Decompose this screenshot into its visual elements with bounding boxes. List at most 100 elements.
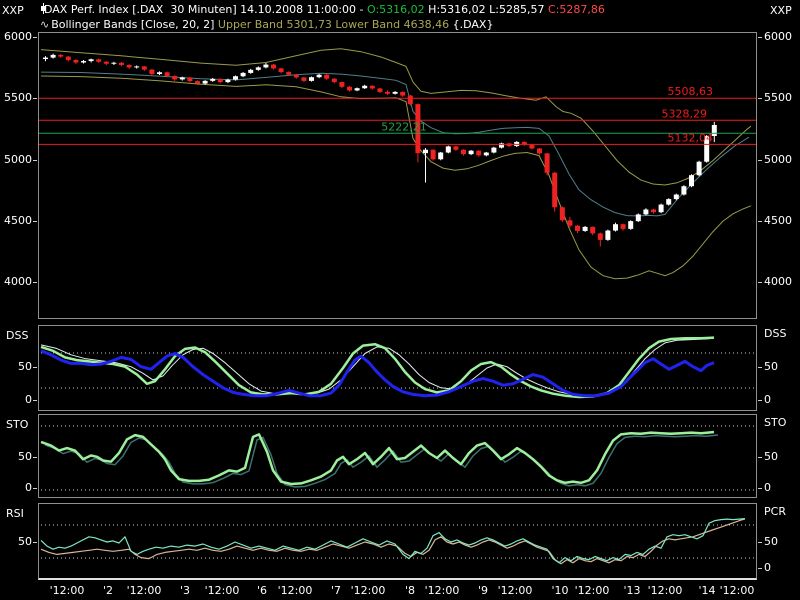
candle-down — [66, 57, 71, 60]
dss-indicator-panel[interactable] — [38, 325, 757, 411]
panel-tick — [758, 542, 762, 543]
x-axis-label: '12:00 — [498, 584, 533, 597]
candle-up — [438, 153, 443, 160]
x-axis-label: '12:00 — [205, 584, 240, 597]
candle-up — [469, 151, 474, 154]
candle-up — [613, 224, 618, 230]
candle-down — [104, 62, 109, 64]
candle-down — [598, 233, 603, 239]
candle-up — [210, 79, 215, 81]
x-axis-label: '12:00 — [50, 584, 85, 597]
panel-title-left: RSI — [6, 507, 24, 520]
panel-tick — [758, 488, 762, 489]
price-line-label: 5132,04 — [668, 131, 714, 144]
candle-down — [339, 82, 344, 87]
price-line-label: 5508,63 — [668, 85, 714, 98]
candle-down — [461, 150, 466, 154]
candle-up — [111, 63, 116, 64]
chart-application-window: XXP XXP DAX Perf. Index [.DAX 30 Minuten… — [0, 0, 800, 600]
candle-down — [294, 75, 299, 78]
x-axis-label: '13 — [623, 584, 640, 597]
y-axis-label-right: 5500 — [764, 91, 792, 104]
sto-chart[interactable] — [39, 415, 756, 497]
candlestick-chart[interactable]: 5508,635328,295222,215132,04 — [39, 33, 756, 318]
candle-down — [172, 76, 177, 79]
panel-tick-label-left: 0 — [2, 393, 32, 406]
x-axis-label: '2 — [103, 584, 113, 597]
candle-down — [545, 153, 550, 172]
x-axis-label: '14 — [698, 584, 715, 597]
y-axis-label-left: 4500 — [2, 214, 32, 227]
candle-up — [697, 162, 702, 175]
y-axis-label-right: 4000 — [764, 275, 792, 288]
sto-green — [41, 432, 714, 484]
panel-tick-label-left: 50 — [2, 450, 32, 463]
corner-label-left: XXP — [2, 4, 24, 17]
y-axis-tick — [758, 37, 762, 38]
candle-up — [180, 77, 185, 79]
candle-down — [58, 55, 63, 57]
x-axis-label: '9 — [478, 584, 488, 597]
candle-up — [203, 81, 208, 84]
candle-down — [187, 77, 192, 81]
panel-tick-label-right: 0 — [764, 561, 771, 574]
rsi-tan — [41, 519, 745, 564]
candle-down — [575, 226, 580, 231]
candle-down — [560, 207, 565, 220]
sto-indicator-panel[interactable] — [38, 414, 757, 498]
candle-down — [370, 86, 375, 89]
bollinger-lower-band — [41, 76, 751, 279]
candle-up — [241, 73, 246, 76]
candle-down — [218, 79, 223, 82]
y-axis-tick — [758, 98, 762, 99]
candle-down — [400, 92, 405, 96]
y-axis-tick — [33, 98, 37, 99]
panel-tick-label-right: 0 — [764, 393, 771, 406]
candle-down — [552, 173, 557, 208]
panel-tick-label-left: 50 — [2, 535, 32, 548]
candle-up — [157, 72, 162, 74]
indicator-name: Bollinger Bands [Close, 20, 2] — [51, 18, 218, 31]
x-axis-label: '10 — [551, 584, 568, 597]
candle-up — [263, 65, 268, 68]
x-axis-label: '12:00 — [720, 584, 755, 597]
bollinger-upper-band — [41, 49, 751, 185]
panel-tick — [758, 367, 762, 368]
candle-down — [590, 227, 595, 233]
candle-down — [332, 79, 337, 82]
candle-down — [73, 60, 78, 62]
panel-tick-label-left: 50 — [2, 360, 32, 373]
candle-up — [446, 146, 451, 152]
panel-tick — [33, 457, 37, 458]
dss-chart[interactable] — [39, 326, 756, 410]
candle-down — [119, 63, 124, 65]
candle-down — [142, 66, 147, 69]
sto-signal-shadow — [45, 435, 718, 487]
panel-tick — [33, 367, 37, 368]
panel-title-left: DSS — [6, 329, 28, 342]
y-axis-tick — [33, 221, 37, 222]
candle-down — [385, 92, 390, 94]
candle-up — [309, 77, 314, 81]
band-values: Upper Band 5301,73 Lower Band 4638,46 — [218, 18, 449, 31]
candle-up — [43, 58, 48, 59]
candle-down — [96, 59, 101, 61]
candle-up — [134, 66, 139, 67]
panel-tick — [758, 568, 762, 569]
x-axis-label: '12:00 — [351, 584, 386, 597]
panel-tick-label-right: 0 — [764, 481, 771, 494]
candle-down — [476, 151, 481, 156]
candle-down — [453, 146, 458, 149]
rsi-chart[interactable] — [39, 504, 756, 577]
x-axis-label: '7 — [331, 584, 341, 597]
candle-up — [362, 86, 367, 88]
candle-up — [256, 67, 261, 69]
open-value: O:5316,02 — [367, 3, 425, 16]
y-axis-label-left: 6000 — [2, 30, 32, 43]
rsi-indicator-panel[interactable] — [38, 503, 757, 580]
panel-tick — [758, 400, 762, 401]
instrument-header: DAX Perf. Index [.DAX 30 Minuten] 14.10.… — [40, 3, 605, 16]
candle-down — [286, 72, 291, 75]
x-axis-label: '3 — [180, 584, 190, 597]
price-chart-panel[interactable]: 5508,635328,295222,215132,04 — [38, 32, 757, 319]
